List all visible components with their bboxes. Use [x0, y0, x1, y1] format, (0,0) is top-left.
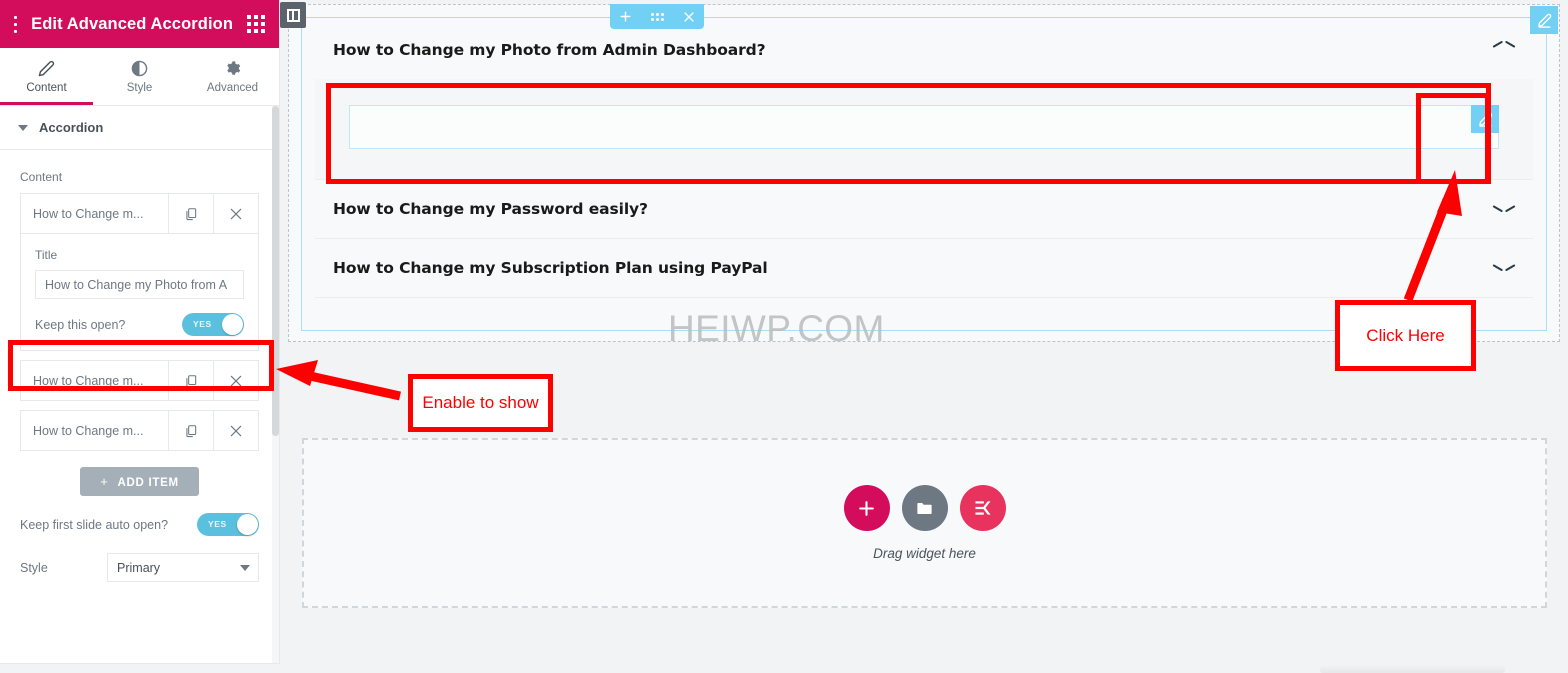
accordion-item-1: How to Change my Photo from Admin Dashbo…: [315, 21, 1533, 180]
tab-advanced-label: Advanced: [206, 82, 259, 94]
plus-icon: +: [100, 474, 109, 489]
accordion-content-editable[interactable]: [349, 105, 1499, 149]
repeater-item-title[interactable]: How to Change m...: [21, 361, 168, 400]
keep-open-label: Keep this open?: [35, 317, 126, 332]
add-item-button[interactable]: + ADD ITEM: [80, 467, 199, 496]
keep-open-toggle[interactable]: YES: [182, 313, 244, 336]
copy-icon[interactable]: [168, 194, 213, 233]
chevron-down-icon[interactable]: [1493, 203, 1515, 215]
annotation-click-here: Click Here: [1335, 300, 1476, 371]
annotation-enable-to-show: Enable to show: [408, 374, 553, 432]
tab-advanced[interactable]: Advanced: [186, 48, 279, 105]
style-label: Style: [20, 560, 48, 575]
pencil-icon: [38, 60, 55, 77]
keep-first-slide-toggle[interactable]: YES: [197, 513, 259, 536]
accordion-title: How to Change my Photo from Admin Dashbo…: [333, 41, 766, 59]
title-field-label: Title: [35, 248, 58, 262]
editor-panel: Edit Advanced Accordion Content Style Ad…: [0, 0, 280, 673]
style-select-wrap: Primary: [107, 553, 259, 582]
caret-down-icon: [18, 124, 28, 131]
panel-scrollbar-thumb[interactable]: [272, 106, 279, 436]
style-select-value: Primary: [117, 560, 161, 575]
add-item-label: ADD ITEM: [117, 477, 179, 489]
grid-apps-icon[interactable]: [247, 15, 265, 33]
repeater-item-editor: Title Keep this open? YES: [20, 234, 259, 351]
panel-collapse-icon[interactable]: [280, 2, 306, 28]
repeater-item-title[interactable]: How to Change m...: [21, 411, 168, 450]
dropzone-buttons: [843, 485, 1006, 531]
annotation-click-here-text: Click Here: [1366, 325, 1445, 345]
accordion-header-3[interactable]: How to Change my Subscription Plan using…: [315, 239, 1533, 297]
accordion-title: How to Change my Subscription Plan using…: [333, 259, 768, 277]
close-icon[interactable]: [213, 411, 258, 450]
add-new-section-button[interactable]: [843, 485, 890, 531]
plus-icon[interactable]: [619, 10, 632, 23]
close-icon[interactable]: [683, 11, 695, 23]
folder-icon[interactable]: [901, 485, 948, 531]
edit-content-button[interactable]: [1471, 105, 1499, 133]
accordion-title: How to Change my Password easily?: [333, 200, 648, 218]
tab-style-label: Style: [126, 82, 153, 94]
contrast-icon: [131, 60, 148, 77]
copy-icon[interactable]: [168, 361, 213, 400]
accordion-panel-1: [315, 79, 1533, 179]
accordion-widget: How to Change my Photo from Admin Dashbo…: [315, 21, 1533, 298]
chevron-down-icon[interactable]: [1493, 262, 1515, 274]
copy-icon[interactable]: [168, 411, 213, 450]
page-title: Edit Advanced Accordion: [31, 14, 233, 33]
toggle-knob: [222, 314, 243, 335]
section-accordion-label: Accordion: [39, 120, 104, 135]
panel-footer: [0, 663, 280, 673]
toggle-knob: [237, 514, 258, 535]
accordion-item-2: How to Change my Password easily?: [315, 180, 1533, 239]
tab-content-label: Content: [26, 82, 67, 94]
panel-body: Content How to Change m... Title How to …: [0, 150, 279, 582]
list-item[interactable]: How to Change m...: [20, 410, 259, 451]
close-icon[interactable]: [213, 361, 258, 400]
accordion-header-2[interactable]: How to Change my Password easily?: [315, 180, 1533, 238]
dropzone-label: Drag widget here: [873, 546, 976, 561]
edit-section-button[interactable]: [1530, 6, 1558, 34]
chevron-up-icon[interactable]: [1493, 44, 1515, 56]
gear-icon: [224, 60, 241, 77]
drag-dots-icon[interactable]: [650, 12, 664, 21]
panel-tabs: Content Style Advanced: [0, 48, 279, 106]
content-field-label: Content: [20, 170, 63, 184]
list-item[interactable]: How to Change m...: [20, 360, 259, 401]
canvas-section[interactable]: How to Change my Photo from Admin Dashbo…: [288, 4, 1560, 342]
hamburger-icon[interactable]: [14, 15, 18, 33]
panel-header: Edit Advanced Accordion: [0, 0, 279, 48]
style-select[interactable]: Primary: [107, 553, 259, 582]
drag-widget-dropzone[interactable]: Drag widget here: [302, 438, 1547, 608]
keep-first-slide-label: Keep first slide auto open?: [20, 517, 169, 532]
annotation-enable-to-show-text: Enable to show: [422, 393, 539, 412]
elementor-kit-icon[interactable]: [959, 485, 1006, 531]
section-accordion-header[interactable]: Accordion: [0, 106, 279, 150]
style-row: Style Primary: [20, 553, 259, 582]
keep-first-slide-row: Keep first slide auto open? YES: [20, 513, 259, 536]
list-item[interactable]: How to Change m...: [20, 193, 259, 234]
section-toolbar: [610, 4, 704, 29]
repeater-item-title[interactable]: How to Change m...: [21, 194, 168, 233]
accordion-item-3: How to Change my Subscription Plan using…: [315, 239, 1533, 298]
content-repeater: How to Change m... Title How to Change m…: [20, 193, 259, 451]
keep-open-row: Keep this open? YES: [35, 313, 244, 336]
tab-style[interactable]: Style: [93, 48, 186, 105]
close-icon[interactable]: [213, 194, 258, 233]
title-input[interactable]: [35, 270, 244, 299]
accordion-header-1[interactable]: How to Change my Photo from Admin Dashbo…: [315, 21, 1533, 79]
keep-first-slide-toggle-value: YES: [208, 519, 227, 529]
bottom-shadow-strip: [1320, 665, 1505, 673]
keep-open-toggle-value: YES: [193, 319, 212, 329]
tab-content[interactable]: Content: [0, 48, 93, 105]
